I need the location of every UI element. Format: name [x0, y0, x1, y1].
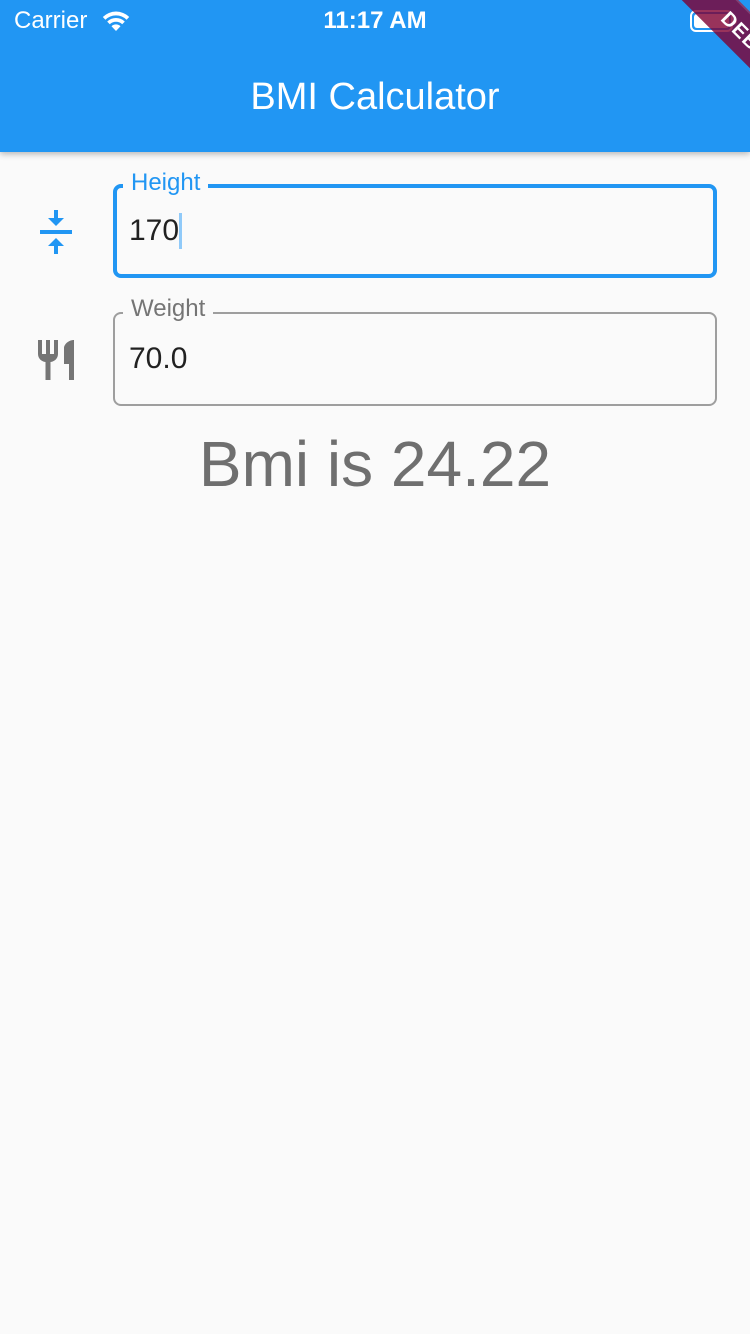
height-field[interactable]: Height 170: [113, 168, 717, 278]
height-value: 170: [129, 214, 180, 247]
status-time: 11:17 AM: [323, 7, 427, 34]
status-bar: Carrier 11:17 AM: [0, 0, 750, 40]
weight-label: Weight: [123, 294, 214, 324]
restaurant-icon: [38, 340, 74, 380]
weight-field[interactable]: Weight 70.0: [113, 294, 717, 406]
vertical-align-center-icon: [40, 210, 72, 254]
app-bar: Carrier 11:17 AM BMI Calculator: [0, 0, 750, 152]
battery-icon: [690, 10, 737, 32]
height-input[interactable]: 170: [129, 212, 183, 250]
text-caret: [179, 213, 183, 249]
bmi-result: Bmi is 24.22: [198, 428, 552, 500]
weight-input[interactable]: 70.0: [129, 340, 187, 378]
app-bar-title: BMI Calculator: [250, 76, 500, 118]
height-label: Height: [123, 168, 209, 198]
